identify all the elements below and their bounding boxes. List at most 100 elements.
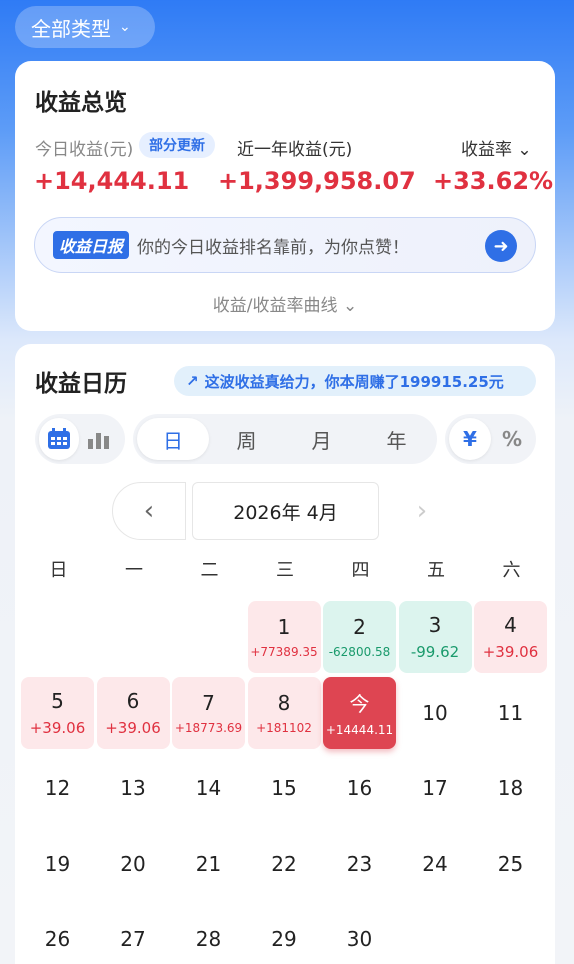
weekday-header: 五 [427, 560, 445, 581]
calendar-day[interactable]: 5 +39.06 [21, 676, 94, 749]
next-month-button[interactable]: › [385, 482, 459, 540]
calendar-day[interactable]: 24 [399, 828, 472, 900]
unit-toggle: ¥ % [445, 414, 536, 464]
calendar-day[interactable]: 18 [474, 752, 547, 824]
tab-month[interactable]: 月 [284, 418, 359, 460]
day-earnings: +77389.35 [250, 645, 318, 659]
rate-value: +33.62% [433, 167, 554, 195]
rate-dropdown[interactable]: 收益率 ⌄ [461, 135, 532, 160]
calendar-day[interactable]: 29 [248, 903, 321, 964]
calendar-day[interactable]: 3 -99.62 [398, 601, 472, 673]
calendar-day[interactable]: 27 [97, 903, 170, 964]
calendar-day[interactable]: 26 [21, 903, 94, 964]
day-number: 30 [346, 927, 373, 951]
day-number: 2 [353, 615, 366, 639]
calendar-day[interactable]: 13 [97, 752, 170, 824]
day-number: 24 [422, 851, 448, 876]
day-number: 5 [51, 688, 64, 713]
calendar-day[interactable]: 19 [21, 828, 94, 900]
calendar-day[interactable]: 2 -62800.58 [323, 601, 396, 673]
chevron-down-icon: ⌄ [342, 296, 358, 316]
calendar-day[interactable]: 14 [172, 752, 245, 824]
rate-label: 收益率 [461, 140, 512, 160]
day-number: 29 [271, 927, 297, 951]
calendar-view-icon[interactable] [39, 418, 79, 460]
day-number: 26 [44, 927, 71, 951]
overview-title: 收益总览 [35, 90, 127, 116]
day-number: 4 [504, 613, 517, 637]
calendar-day[interactable]: 21 [172, 828, 245, 900]
day-number: 27 [120, 927, 146, 951]
tab-day[interactable]: 日 [137, 418, 209, 460]
tab-week[interactable]: 周 [209, 418, 284, 460]
calendar-day[interactable]: 16 [323, 752, 396, 824]
calendar-card: 收益日历 ↗ 这波收益真给力，你本周赚了199915.25元 日 周 月 年 ¥… [15, 344, 555, 964]
calendar-day[interactable]: 20 [97, 828, 170, 900]
chevron-down-icon: ⌄ [517, 140, 532, 160]
day-earnings: +181102 [256, 720, 312, 735]
curve-link-label: 收益/收益率曲线 [212, 296, 338, 316]
type-filter-label: 全部类型 [31, 16, 111, 41]
day-number: 22 [271, 851, 297, 876]
day-earnings: +39.06 [29, 718, 86, 737]
chevron-left-icon: ‹ [143, 496, 155, 526]
calendar-day[interactable]: 10 [399, 677, 472, 749]
day-number: 8 [277, 690, 291, 715]
year-earnings-label: 近一年收益(元) [237, 140, 353, 160]
partial-update-badge: 部分更新 [139, 132, 215, 158]
weekly-promo-text: 这波收益真给力，你本周赚了199915.25元 [204, 372, 504, 391]
today-earnings-label: 今日收益(元) [35, 140, 134, 160]
calendar-day-today[interactable]: 今 +14444.11 [323, 676, 396, 749]
calendar-day[interactable]: 23 [323, 828, 396, 900]
weekday-header: 二 [200, 560, 219, 581]
day-number: 23 [346, 851, 373, 876]
calendar-day[interactable]: 12 [21, 752, 94, 824]
bar-chart-icon[interactable] [79, 418, 119, 460]
calendar-day[interactable]: 1 +77389.35 [247, 601, 321, 673]
day-earnings: +39.06 [105, 718, 161, 737]
tab-year[interactable]: 年 [359, 418, 434, 460]
weekday-header: 一 [125, 560, 143, 581]
day-number: 21 [195, 851, 222, 876]
day-number: 14 [195, 776, 222, 800]
calendar-day[interactable]: 30 [323, 903, 396, 964]
type-filter-button[interactable]: 全部类型 ⌄ [15, 6, 155, 48]
day-number: 11 [497, 700, 524, 725]
today-earnings-value: +14,444.11 [34, 167, 190, 195]
calendar-day[interactable]: 22 [248, 828, 321, 900]
day-number: 12 [44, 776, 71, 800]
calendar-day[interactable]: 8 +181102 [247, 676, 321, 749]
weekday-header: 六 [502, 560, 521, 581]
calendar-day[interactable]: 28 [172, 903, 245, 964]
calendar-day[interactable]: 15 [248, 752, 321, 824]
calendar-day[interactable]: 11 [474, 677, 547, 749]
day-earnings: +18773.69 [174, 720, 243, 735]
day-number: 17 [422, 776, 448, 800]
day-number: 25 [497, 851, 524, 876]
day-number: 28 [195, 927, 222, 951]
external-link-icon: ↗ [186, 372, 199, 390]
calendar-day[interactable]: 6 +39.06 [96, 676, 170, 749]
calendar-day[interactable]: 4 +39.06 [474, 601, 547, 673]
day-earnings: -62800.58 [328, 645, 391, 659]
day-number: 18 [497, 776, 524, 800]
weekly-promo[interactable]: ↗ 这波收益真给力，你本周赚了199915.25元 [174, 366, 536, 396]
unit-percent[interactable]: % [491, 418, 533, 460]
prev-month-button[interactable]: ‹ [112, 482, 186, 540]
unit-yuan[interactable]: ¥ [449, 418, 491, 460]
day-earnings: +39.06 [482, 643, 539, 661]
overview-card: 收益总览 今日收益(元) 部分更新 近一年收益(元) 收益率 ⌄ +14,444… [15, 61, 555, 331]
weekday-header: 日 [49, 560, 68, 581]
year-earnings-value: +1,399,958.07 [218, 167, 416, 195]
chevron-down-icon: ⌄ [119, 19, 131, 35]
daily-report-banner[interactable]: 收益日报 你的今日收益排名靠前，为你点赞！ ➜ [34, 217, 536, 273]
day-number: 16 [346, 776, 373, 800]
calendar-day[interactable]: 17 [399, 752, 472, 824]
day-earnings: +14444.11 [325, 723, 394, 737]
day-number: 13 [120, 776, 146, 800]
curve-link[interactable]: 收益/收益率曲线 ⌄ [15, 291, 555, 316]
calendar-day[interactable]: 25 [474, 828, 547, 900]
month-label[interactable]: 2026年 4月 [192, 482, 379, 540]
calendar-day[interactable]: 7 +18773.69 [172, 676, 245, 749]
arrow-right-icon[interactable]: ➜ [485, 230, 517, 262]
